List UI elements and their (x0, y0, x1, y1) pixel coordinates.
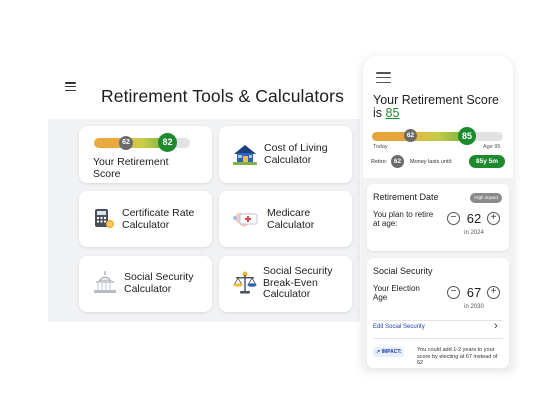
today-score-pin: 62 (404, 129, 417, 142)
retire-age-label: You plan to retire at age: (373, 210, 434, 228)
impact-badge: ↗ IMPACT: (373, 347, 405, 357)
certificate-rate-card[interactable]: Certificate Rate Calculator (79, 191, 212, 247)
capitol-icon (94, 271, 116, 293)
edit-social-security-link[interactable]: Edit Social Security (373, 324, 425, 330)
retire-age-decrement-button[interactable]: − (447, 212, 460, 225)
medicare-label: Medicare Calculator (267, 207, 315, 231)
election-age-value: 67 (466, 285, 482, 300)
ss-break-even-label: Social Security Break-Even Calculator (263, 265, 333, 300)
retire-score-pin: 62 (391, 155, 404, 168)
election-age-label: Your Election Age (373, 284, 420, 302)
divider (373, 338, 503, 339)
retirement-date-card: Retirement Date High impact You plan to … (367, 184, 509, 251)
social-security-label: Social Security Calculator (124, 271, 194, 295)
election-year-label: in 2030 (464, 304, 484, 310)
retirement-date-title: Retirement Date (373, 192, 439, 202)
social-security-card: Social Security Your Election Age − 67 +… (367, 258, 509, 368)
chevron-right-icon[interactable]: › (494, 320, 498, 332)
cost-of-living-card[interactable]: Cost of Living Calculator (219, 126, 352, 183)
retire-age-value: 62 (466, 211, 482, 226)
score-heading: Your Retirement Score is 85 (373, 94, 503, 120)
page-title: Retirement Tools & Calculators (101, 86, 344, 106)
retirement-score-card[interactable]: 62 82 Your Retirement Score (79, 126, 212, 183)
divider (373, 320, 503, 321)
mobile-score-panel: Your Retirement Score is 85 62 85 Today … (363, 56, 513, 368)
today-score-pin: 62 (119, 136, 133, 150)
ss-break-even-card[interactable]: Social Security Break-Even Calculator (219, 256, 352, 312)
screenshot-stage: Retirement Tools & Calculators 62 82 You… (0, 0, 549, 412)
election-age-decrement-button[interactable]: − (447, 286, 460, 299)
today-label: Today (373, 144, 388, 150)
mobile-menu-icon[interactable] (376, 72, 391, 84)
score-value-link[interactable]: 85 (386, 106, 400, 120)
tools-panel: Retirement Tools & Calculators 62 82 You… (48, 69, 360, 322)
social-security-title: Social Security (373, 266, 433, 276)
election-age-increment-button[interactable]: + (487, 286, 500, 299)
age-label: Age 95 (483, 144, 501, 150)
medicare-card[interactable]: Medicare Calculator (219, 191, 352, 247)
target-score-pin: 85 (458, 127, 476, 145)
retire-age-increment-button[interactable]: + (487, 212, 500, 225)
money-lasts-badge: 85y 5m (469, 155, 505, 168)
tools-header: Retirement Tools & Calculators (48, 69, 360, 119)
retire-summary-row: Retire: 62 Money lasts until: 85y 5m (371, 155, 505, 169)
retirement-score-label: Your Retirement Score (93, 156, 169, 180)
cost-of-living-label: Cost of Living Calculator (264, 142, 328, 166)
money-lasts-label: Money lasts until: (410, 159, 453, 165)
scales-icon (233, 271, 257, 294)
social-security-card[interactable]: Social Security Calculator (79, 256, 212, 312)
retire-label: Retire: (371, 159, 388, 165)
high-impact-badge: High impact (470, 193, 502, 203)
medicare-icon (233, 212, 258, 227)
impact-text: You could add 1-2 years to your score by… (417, 347, 498, 366)
retire-year-label: in 2024 (464, 230, 484, 236)
score-progress-bar (372, 132, 503, 141)
certificate-rate-label: Certificate Rate Calculator (122, 207, 195, 231)
house-icon (233, 145, 257, 165)
target-score-pin: 82 (158, 133, 177, 152)
calculator-icon (95, 209, 114, 228)
menu-icon[interactable] (65, 82, 76, 92)
